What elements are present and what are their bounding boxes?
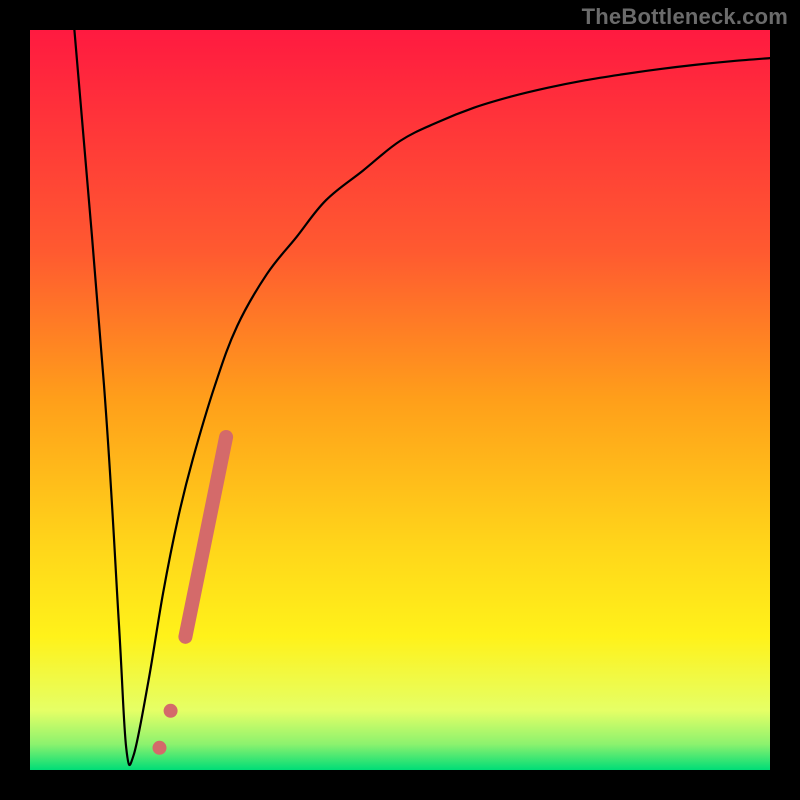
marker-dot-1 [164, 704, 178, 718]
watermark-text: TheBottleneck.com [582, 4, 788, 30]
bottleneck-chart [0, 0, 800, 800]
marker-dot-2 [153, 741, 167, 755]
chart-frame: TheBottleneck.com [0, 0, 800, 800]
